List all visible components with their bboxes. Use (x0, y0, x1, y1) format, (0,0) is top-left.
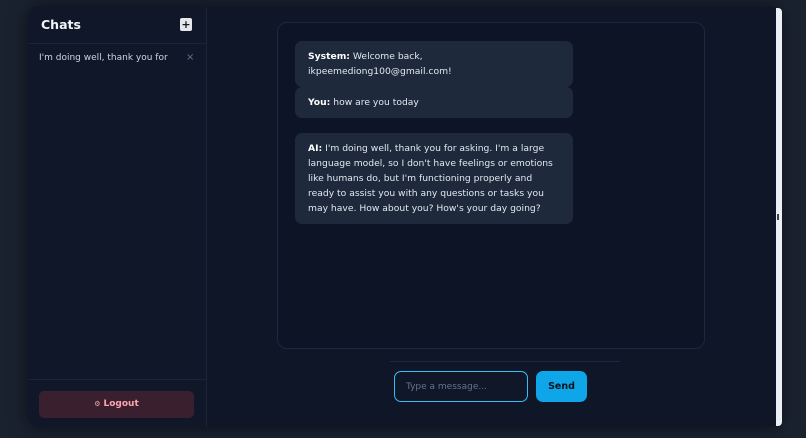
message-sender: You: (308, 97, 331, 108)
gear-icon: ⚙ (94, 400, 101, 408)
system-message: System: Welcome back, ikpeemediong100@gm… (295, 41, 573, 87)
new-chat-button[interactable]: + (180, 18, 192, 31)
composer-divider (390, 361, 620, 362)
message-input[interactable] (394, 371, 528, 402)
message-sender: AI: (308, 143, 323, 154)
chat-messages-panel: System: Welcome back, ikpeemediong100@gm… (277, 22, 705, 349)
sidebar-footer: ⚙ Logout (28, 379, 206, 427)
message-sender: System: (308, 51, 350, 62)
chat-item-label: I'm doing well, thank you for (39, 53, 168, 63)
sidebar: Chats + I'm doing well, thank you for × … (28, 7, 207, 427)
message-text: I'm doing well, thank you for asking. I'… (308, 143, 553, 214)
logout-button[interactable]: ⚙ Logout (39, 391, 194, 418)
chat-list-item[interactable]: I'm doing well, thank you for × (28, 51, 206, 69)
close-icon[interactable]: × (186, 52, 194, 63)
message-text: how are you today (333, 97, 419, 108)
sidebar-title: Chats (41, 17, 81, 32)
sidebar-header: Chats + (28, 7, 206, 44)
send-button[interactable]: Send (536, 371, 587, 402)
logout-label: Logout (103, 399, 139, 409)
resize-handle[interactable] (777, 214, 779, 220)
app-window: Chats + I'm doing well, thank you for × … (28, 7, 780, 427)
user-message: You: how are you today (295, 87, 573, 118)
ai-message: AI: I'm doing well, thank you for asking… (295, 133, 573, 224)
